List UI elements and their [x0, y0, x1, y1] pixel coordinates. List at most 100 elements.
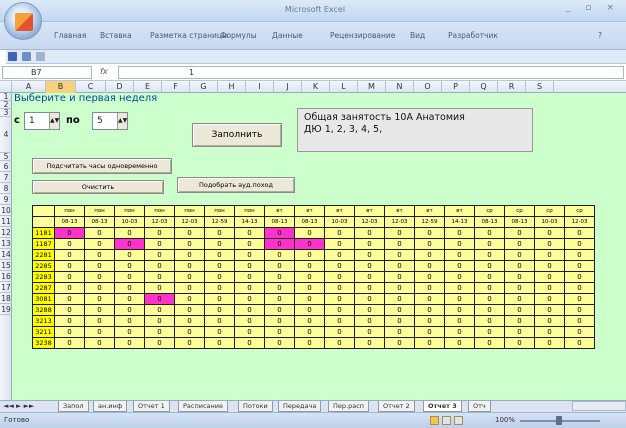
- table-cell[interactable]: 0: [144, 337, 175, 349]
- sheet-tab[interactable]: Расписание: [178, 401, 228, 412]
- ribbon-tab[interactable]: Разметка страницы: [150, 31, 228, 40]
- table-cell[interactable]: 10-03: [114, 216, 145, 228]
- table-cell[interactable]: 08-13: [504, 216, 535, 228]
- row-header[interactable]: 13: [0, 238, 12, 249]
- row-id-cell[interactable]: 3288: [32, 304, 55, 316]
- table-cell[interactable]: 0: [294, 337, 325, 349]
- table-cell[interactable]: 0: [564, 238, 595, 250]
- table-cell[interactable]: 0: [564, 337, 595, 349]
- table-cell[interactable]: 0: [324, 282, 355, 294]
- row-id-cell[interactable]: 3211: [32, 326, 55, 338]
- column-header[interactable]: M: [358, 81, 386, 93]
- table-cell[interactable]: 0: [564, 293, 595, 305]
- table-cell[interactable]: 0: [144, 315, 175, 327]
- row-header[interactable]: 14: [0, 249, 12, 260]
- table-cell[interactable]: 0: [204, 227, 235, 239]
- table-cell[interactable]: 0: [564, 304, 595, 316]
- column-header[interactable]: S: [526, 81, 554, 93]
- normal-view-icon[interactable]: [430, 416, 439, 425]
- table-cell[interactable]: 0: [114, 293, 145, 305]
- table-cell[interactable]: 0: [414, 326, 445, 338]
- table-cell[interactable]: 0: [474, 326, 505, 338]
- row-header[interactable]: 17: [0, 282, 12, 293]
- table-cell[interactable]: 0: [264, 315, 295, 327]
- table-cell[interactable]: 08-13: [264, 216, 295, 228]
- table-cell[interactable]: 0: [114, 238, 145, 250]
- table-cell[interactable]: 0: [204, 238, 235, 250]
- table-cell[interactable]: 0: [264, 249, 295, 261]
- ribbon-tab[interactable]: Главная: [54, 31, 86, 40]
- table-cell[interactable]: 12-03: [354, 216, 385, 228]
- table-cell[interactable]: 0: [204, 249, 235, 261]
- table-cell[interactable]: 0: [114, 326, 145, 338]
- table-cell[interactable]: 0: [114, 249, 145, 261]
- table-cell[interactable]: 0: [384, 304, 415, 316]
- table-cell[interactable]: 0: [384, 282, 415, 294]
- table-cell[interactable]: 0: [54, 293, 85, 305]
- table-cell[interactable]: 0: [474, 271, 505, 283]
- table-cell[interactable]: 0: [444, 315, 475, 327]
- table-cell[interactable]: 0: [414, 249, 445, 261]
- table-cell[interactable]: 0: [84, 249, 115, 261]
- row-id-cell[interactable]: 2281: [32, 249, 55, 261]
- table-cell[interactable]: 0: [174, 315, 205, 327]
- table-cell[interactable]: 0: [444, 282, 475, 294]
- table-cell[interactable]: 0: [174, 293, 205, 305]
- column-header[interactable]: B: [46, 81, 76, 93]
- table-cell[interactable]: 0: [144, 282, 175, 294]
- table-cell[interactable]: 0: [294, 260, 325, 272]
- table-cell[interactable]: 0: [384, 249, 415, 261]
- table-cell[interactable]: 0: [414, 337, 445, 349]
- table-cell[interactable]: 0: [174, 260, 205, 272]
- table-cell[interactable]: 0: [324, 249, 355, 261]
- formula-input[interactable]: 1: [118, 66, 624, 79]
- table-cell[interactable]: 0: [144, 260, 175, 272]
- table-cell[interactable]: 0: [84, 326, 115, 338]
- table-cell[interactable]: пон: [54, 205, 85, 217]
- row-header[interactable]: 12: [0, 227, 12, 238]
- table-cell[interactable]: 0: [354, 227, 385, 239]
- table-cell[interactable]: 0: [294, 304, 325, 316]
- table-cell[interactable]: 0: [534, 282, 565, 294]
- table-cell[interactable]: 0: [354, 238, 385, 250]
- table-cell[interactable]: 0: [234, 337, 265, 349]
- table-cell[interactable]: 08-13: [84, 216, 115, 228]
- table-cell[interactable]: 14-13: [444, 216, 475, 228]
- table-cell[interactable]: 0: [114, 337, 145, 349]
- table-cell[interactable]: 0: [504, 293, 535, 305]
- table-cell[interactable]: 0: [174, 271, 205, 283]
- table-cell[interactable]: 0: [534, 304, 565, 316]
- horizontal-scrollbar[interactable]: [572, 401, 626, 411]
- table-cell[interactable]: 0: [414, 293, 445, 305]
- table-cell[interactable]: 0: [54, 227, 85, 239]
- table-cell[interactable]: 0: [234, 315, 265, 327]
- ribbon-tab[interactable]: Вид: [410, 31, 425, 40]
- ribbon-tab[interactable]: Данные: [272, 31, 303, 40]
- table-cell[interactable]: 14-13: [234, 216, 265, 228]
- table-cell[interactable]: 0: [84, 293, 115, 305]
- table-cell[interactable]: 0: [204, 326, 235, 338]
- table-cell[interactable]: 0: [414, 271, 445, 283]
- table-cell[interactable]: 0: [234, 260, 265, 272]
- sheet-tab[interactable]: Отчет 3: [423, 401, 462, 412]
- table-cell[interactable]: 0: [234, 304, 265, 316]
- table-cell[interactable]: 0: [534, 227, 565, 239]
- table-cell[interactable]: 0: [294, 315, 325, 327]
- worksheet[interactable]: Выберите и первая неделя с 1 ▲▼ по 5 ▲▼ …: [12, 93, 626, 400]
- table-cell[interactable]: 0: [174, 282, 205, 294]
- row-id-cell[interactable]: 3081: [32, 293, 55, 305]
- table-cell[interactable]: 0: [474, 337, 505, 349]
- table-cell[interactable]: вт: [444, 205, 475, 217]
- table-cell[interactable]: 0: [234, 271, 265, 283]
- column-header[interactable]: J: [274, 81, 302, 93]
- table-cell[interactable]: 0: [444, 304, 475, 316]
- table-cell[interactable]: 0: [264, 271, 295, 283]
- table-cell[interactable]: 0: [564, 249, 595, 261]
- table-cell[interactable]: 0: [114, 282, 145, 294]
- table-cell[interactable]: 0: [474, 260, 505, 272]
- row-id-cell[interactable]: 1187: [32, 238, 55, 250]
- table-cell[interactable]: 0: [384, 315, 415, 327]
- table-cell[interactable]: 0: [504, 326, 535, 338]
- row-header[interactable]: 16: [0, 271, 12, 282]
- table-cell[interactable]: 0: [534, 271, 565, 283]
